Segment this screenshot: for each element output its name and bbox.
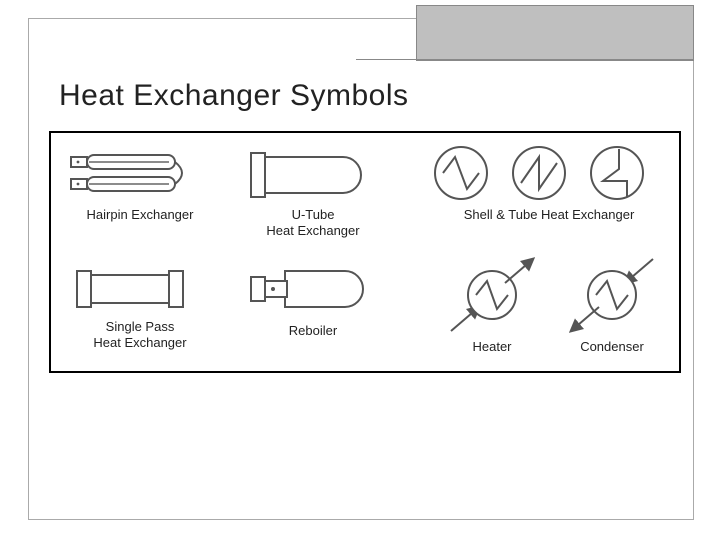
symbol-heater: Heater bbox=[437, 253, 547, 355]
single-pass-label: Single PassHeat Exchanger bbox=[65, 319, 215, 352]
symbol-utube-exchanger: U-TubeHeat Exchanger bbox=[233, 143, 393, 240]
symbol-shell-tube-exchanger: Shell & Tube Heat Exchanger bbox=[429, 141, 669, 223]
slide-frame: Heat Exchanger Symbols bbox=[28, 18, 694, 520]
hairpin-icon bbox=[65, 143, 195, 207]
condenser-icon bbox=[557, 253, 667, 345]
shell-tube-icon bbox=[429, 141, 655, 207]
shell-tube-label: Shell & Tube Heat Exchanger bbox=[429, 207, 669, 223]
hairpin-label: Hairpin Exchanger bbox=[65, 207, 215, 223]
reboiler-icon bbox=[233, 261, 373, 323]
heater-label: Heater bbox=[437, 339, 547, 355]
page-title: Heat Exchanger Symbols bbox=[59, 79, 409, 113]
symbol-condenser: Condenser bbox=[557, 253, 667, 355]
heater-icon bbox=[437, 253, 547, 345]
condenser-label: Condenser bbox=[557, 339, 667, 355]
header-accent-block bbox=[416, 5, 694, 61]
symbols-diagram: Hairpin Exchanger U-TubeHeat Exchanger bbox=[49, 131, 681, 373]
utube-icon bbox=[233, 143, 373, 207]
header-underline bbox=[356, 59, 694, 60]
symbol-reboiler: Reboiler bbox=[233, 261, 393, 339]
reboiler-label: Reboiler bbox=[233, 323, 393, 339]
symbol-hairpin-exchanger: Hairpin Exchanger bbox=[65, 143, 215, 223]
single-pass-icon bbox=[65, 261, 195, 319]
symbol-single-pass-exchanger: Single PassHeat Exchanger bbox=[65, 261, 215, 352]
utube-label: U-TubeHeat Exchanger bbox=[233, 207, 393, 240]
